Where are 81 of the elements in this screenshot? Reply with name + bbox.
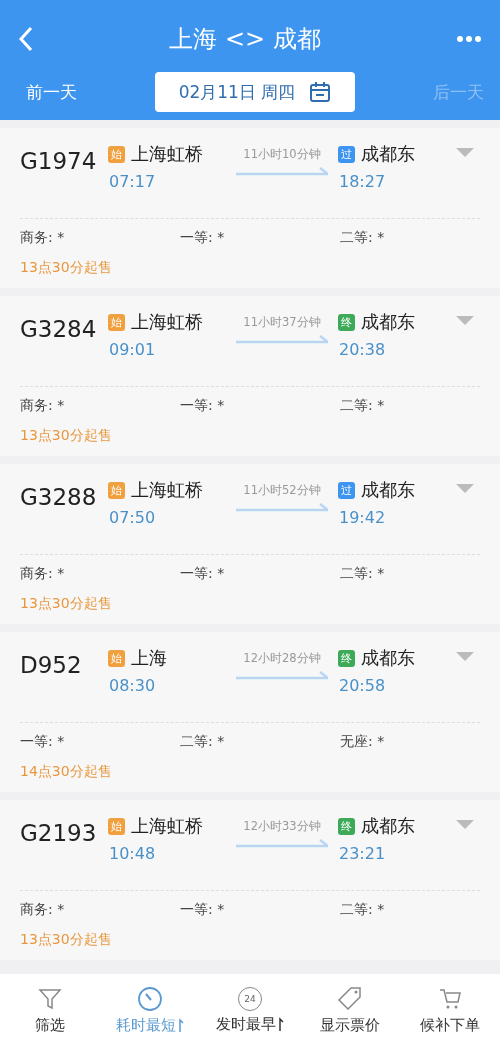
route-title: 上海 <> 成都 [169, 24, 321, 55]
train-card[interactable]: G1974 始 上海虹桥 07:17 11小时10分钟 过 成都东 18:27 商务: * 一等: * 二等: * 13点30分起售 [0, 128, 500, 288]
arrival-station: 成都东 [361, 310, 415, 334]
arrival-station: 成都东 [361, 142, 415, 166]
arrival-time: 18:27 [338, 172, 387, 191]
departure-time: 07:17 [108, 172, 157, 191]
station-badge: 终 [338, 649, 355, 667]
travel-duration: 12小时33分钟 [243, 819, 321, 834]
station-badge: 过 [338, 145, 355, 163]
expand-icon[interactable] [456, 652, 474, 662]
seat-availability: 一等: * [20, 733, 66, 751]
train-number: D952 [20, 651, 83, 680]
sale-time: 14点30分起售 [20, 763, 113, 781]
seat-availability: 二等: * [340, 901, 386, 919]
sale-time: 13点30分起售 [20, 259, 113, 277]
bottom-tab[interactable]: 筛选 [0, 985, 100, 1035]
departure-station: 上海虹桥 [131, 478, 203, 502]
seat-availability: 二等: * [340, 565, 386, 583]
train-card[interactable]: G3288 始 上海虹桥 07:50 11小时52分钟 过 成都东 19:42 商务: * 一等: * 二等: * 13点30分起售 [0, 464, 500, 624]
sale-time: 13点30分起售 [20, 931, 113, 949]
seat-availability: 商务: * [20, 229, 66, 247]
station-badge: 始 [108, 481, 125, 499]
departure-time: 08:30 [108, 676, 157, 695]
departure-time: 07:50 [108, 508, 157, 527]
expand-icon[interactable] [456, 316, 474, 326]
seat-availability: 一等: * [180, 397, 226, 415]
seat-availability: 一等: * [180, 901, 226, 919]
station-badge: 过 [338, 481, 355, 499]
departure-station: 上海虹桥 [131, 310, 203, 334]
tag-icon [337, 985, 363, 1012]
travel-duration: 11小时52分钟 [243, 483, 321, 498]
bottom-tab[interactable]: 显示票价 [300, 985, 400, 1035]
arrival-station: 成都东 [361, 646, 415, 670]
arrival-time: 20:38 [338, 340, 387, 359]
train-card[interactable]: G3284 始 上海虹桥 09:01 11小时37分钟 终 成都东 20:38 商务: * 一等: * 二等: * 13点30分起售 [0, 296, 500, 456]
station-badge: 始 [108, 817, 125, 835]
seat-availability: 二等: * [180, 733, 226, 751]
departure-time: 09:01 [108, 340, 157, 359]
travel-duration: 11小时10分钟 [243, 147, 321, 162]
more-icon[interactable] [456, 35, 482, 43]
bottom-tab[interactable]: 24 发时最早 [200, 986, 300, 1034]
departure-station: 上海虹桥 [131, 814, 203, 838]
seat-availability: 一等: * [180, 565, 226, 583]
bottom-tab[interactable]: 候补下单 [400, 985, 500, 1035]
expand-icon[interactable] [456, 484, 474, 494]
departure-time: 10:48 [108, 844, 157, 863]
arrival-time: 19:42 [338, 508, 387, 527]
train-card[interactable]: G2193 始 上海虹桥 10:48 12小时33分钟 终 成都东 23:21 商务: * 一等: * 二等: * 13点30分起售 [0, 800, 500, 960]
departure-station: 上海 [131, 646, 167, 670]
sale-time: 13点30分起售 [20, 427, 113, 445]
train-number: G1974 [20, 147, 98, 176]
back-icon[interactable] [18, 26, 34, 52]
expand-icon[interactable] [456, 148, 474, 158]
seat-availability: 一等: * [180, 229, 226, 247]
travel-duration: 11小时37分钟 [243, 315, 321, 330]
station-badge: 终 [338, 313, 355, 331]
timer-icon [137, 985, 163, 1012]
calendar-icon [309, 81, 332, 103]
seat-availability: 无座: * [340, 733, 386, 751]
sale-time: 13点30分起售 [20, 595, 113, 613]
train-card[interactable]: D952 始 上海 08:30 12小时28分钟 终 成都东 20:58 一等: * 二等: * 无座: * 14点30分起售 [0, 632, 500, 792]
arrival-station: 成都东 [361, 478, 415, 502]
seat-availability: 二等: * [340, 397, 386, 415]
seat-availability: 商务: * [20, 901, 66, 919]
arrival-time: 23:21 [338, 844, 387, 863]
travel-duration: 12小时28分钟 [243, 651, 321, 666]
departure-station: 上海虹桥 [131, 142, 203, 166]
seat-availability: 二等: * [340, 229, 386, 247]
seat-availability: 商务: * [20, 565, 66, 583]
station-badge: 始 [108, 313, 125, 331]
seat-availability: 商务: * [20, 397, 66, 415]
date-picker[interactable]: 02月11日 周四 [155, 72, 355, 112]
train-number: G2193 [20, 819, 98, 848]
train-number: G3288 [20, 483, 98, 512]
station-badge: 始 [108, 145, 125, 163]
station-badge: 始 [108, 649, 125, 667]
expand-icon[interactable] [456, 820, 474, 830]
arrival-station: 成都东 [361, 814, 415, 838]
station-badge: 终 [338, 817, 355, 835]
arrival-time: 20:58 [338, 676, 387, 695]
train-number: G3284 [20, 315, 98, 344]
